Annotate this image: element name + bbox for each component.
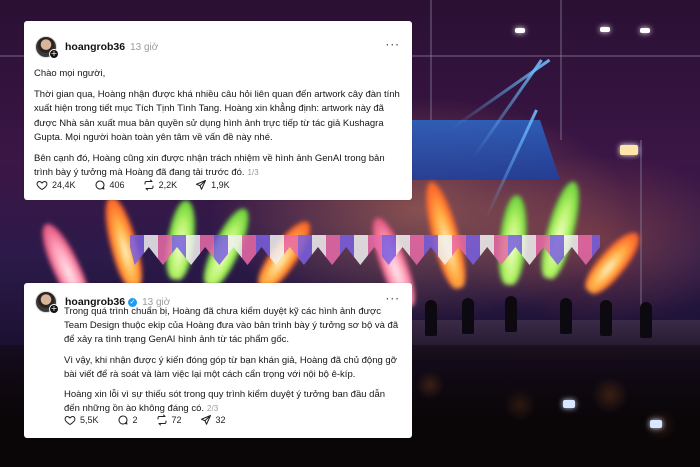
stage-truss bbox=[560, 0, 562, 140]
stage-spotlight bbox=[600, 27, 610, 32]
repost-button[interactable]: 2,2K bbox=[143, 179, 178, 191]
avatar[interactable]: + bbox=[35, 291, 59, 314]
follow-plus-icon[interactable]: + bbox=[49, 304, 59, 314]
post-paragraph: Bên cạnh đó, Hoàng cũng xin được nhận tr… bbox=[34, 152, 402, 180]
post-body: Chào mọi người, Thời gian qua, Hoàng nhậ… bbox=[34, 67, 402, 187]
share-count: 1,9K bbox=[211, 180, 230, 190]
comment-count: 406 bbox=[109, 180, 125, 190]
post-actions: 5,5K 2 72 32 bbox=[64, 414, 244, 426]
post-actions: 24,4K 406 2,2K 1,9K bbox=[36, 179, 248, 191]
post-paragraph-text: Hoàng xin lỗi vì sự thiếu sót trong quy … bbox=[64, 389, 386, 415]
post-paragraph: Vì vậy, khi nhận được ý kiến đóng góp từ… bbox=[64, 354, 397, 380]
avatar[interactable]: + bbox=[35, 36, 59, 59]
share-count: 32 bbox=[215, 415, 226, 425]
comment-icon bbox=[95, 180, 105, 190]
phone-screen-light bbox=[563, 400, 575, 408]
post-header: + hoangrob36 13 giờ bbox=[35, 35, 158, 59]
like-button[interactable]: 5,5K bbox=[64, 414, 99, 426]
heart-icon bbox=[36, 180, 48, 191]
more-dots-icon[interactable]: ··· bbox=[386, 38, 400, 52]
dancer-silhouette bbox=[505, 296, 517, 332]
thread-page-indicator: 1/3 bbox=[247, 168, 259, 178]
dancer-silhouette bbox=[560, 298, 572, 334]
post-time: 13 giờ bbox=[130, 41, 159, 53]
send-icon bbox=[200, 415, 211, 425]
post-paragraph: Chào mọi người, bbox=[34, 68, 106, 79]
repost-count: 2,2K bbox=[158, 180, 178, 190]
share-button[interactable]: 32 bbox=[200, 414, 226, 426]
stage-truss bbox=[430, 0, 432, 120]
dancer-silhouette bbox=[600, 300, 612, 336]
stage-truss bbox=[640, 140, 642, 320]
post-paragraph-text: Bên cạnh đó, Hoàng cũng xin được nhận tr… bbox=[34, 153, 385, 179]
send-icon bbox=[196, 180, 207, 190]
comment-button[interactable]: 2 bbox=[117, 414, 138, 426]
follow-plus-icon[interactable]: + bbox=[49, 49, 59, 59]
phone-screen-light bbox=[650, 420, 662, 428]
more-dots-icon[interactable]: ··· bbox=[386, 292, 400, 306]
heart-icon bbox=[64, 415, 76, 426]
like-button[interactable]: 24,4K bbox=[36, 179, 76, 191]
comment-button[interactable]: 406 bbox=[94, 179, 125, 191]
like-count: 24,4K bbox=[52, 180, 76, 190]
dancer-silhouette bbox=[462, 298, 474, 334]
repost-button[interactable]: 72 bbox=[156, 414, 182, 426]
threads-post-card: + hoangrob36 ✓ 13 giờ ··· Trong quá trìn… bbox=[24, 283, 412, 438]
post-paragraph: Thời gian qua, Hoàng nhận được khá nhiều… bbox=[34, 89, 400, 143]
dancer-silhouette bbox=[425, 300, 437, 336]
share-button[interactable]: 1,9K bbox=[195, 179, 230, 191]
repost-count: 72 bbox=[171, 415, 182, 425]
dancer-silhouette bbox=[640, 302, 652, 338]
comment-icon bbox=[118, 415, 128, 425]
threads-post-card: + hoangrob36 13 giờ ··· Chào mọi người, … bbox=[24, 21, 412, 200]
post-username[interactable]: hoangrob36 bbox=[65, 41, 125, 53]
stage-spotlight bbox=[620, 145, 638, 155]
post-paragraph: Hoàng xin lỗi vì sự thiếu sót trong quy … bbox=[64, 388, 402, 416]
stage-bunting bbox=[130, 235, 600, 265]
repost-icon bbox=[157, 414, 167, 426]
stage-spotlight bbox=[640, 28, 650, 33]
post-body: Trong quá trình chuẩn bị, Hoàng đã chưa … bbox=[64, 305, 402, 422]
stage-spotlight bbox=[515, 28, 525, 33]
pyro-flame bbox=[535, 178, 587, 282]
comment-count: 2 bbox=[132, 415, 138, 425]
like-count: 5,5K bbox=[80, 415, 99, 425]
repost-icon bbox=[144, 179, 154, 191]
post-paragraph: Trong quá trình chuẩn bị, Hoàng đã chưa … bbox=[64, 306, 399, 346]
thread-page-indicator: 2/3 bbox=[207, 404, 219, 414]
